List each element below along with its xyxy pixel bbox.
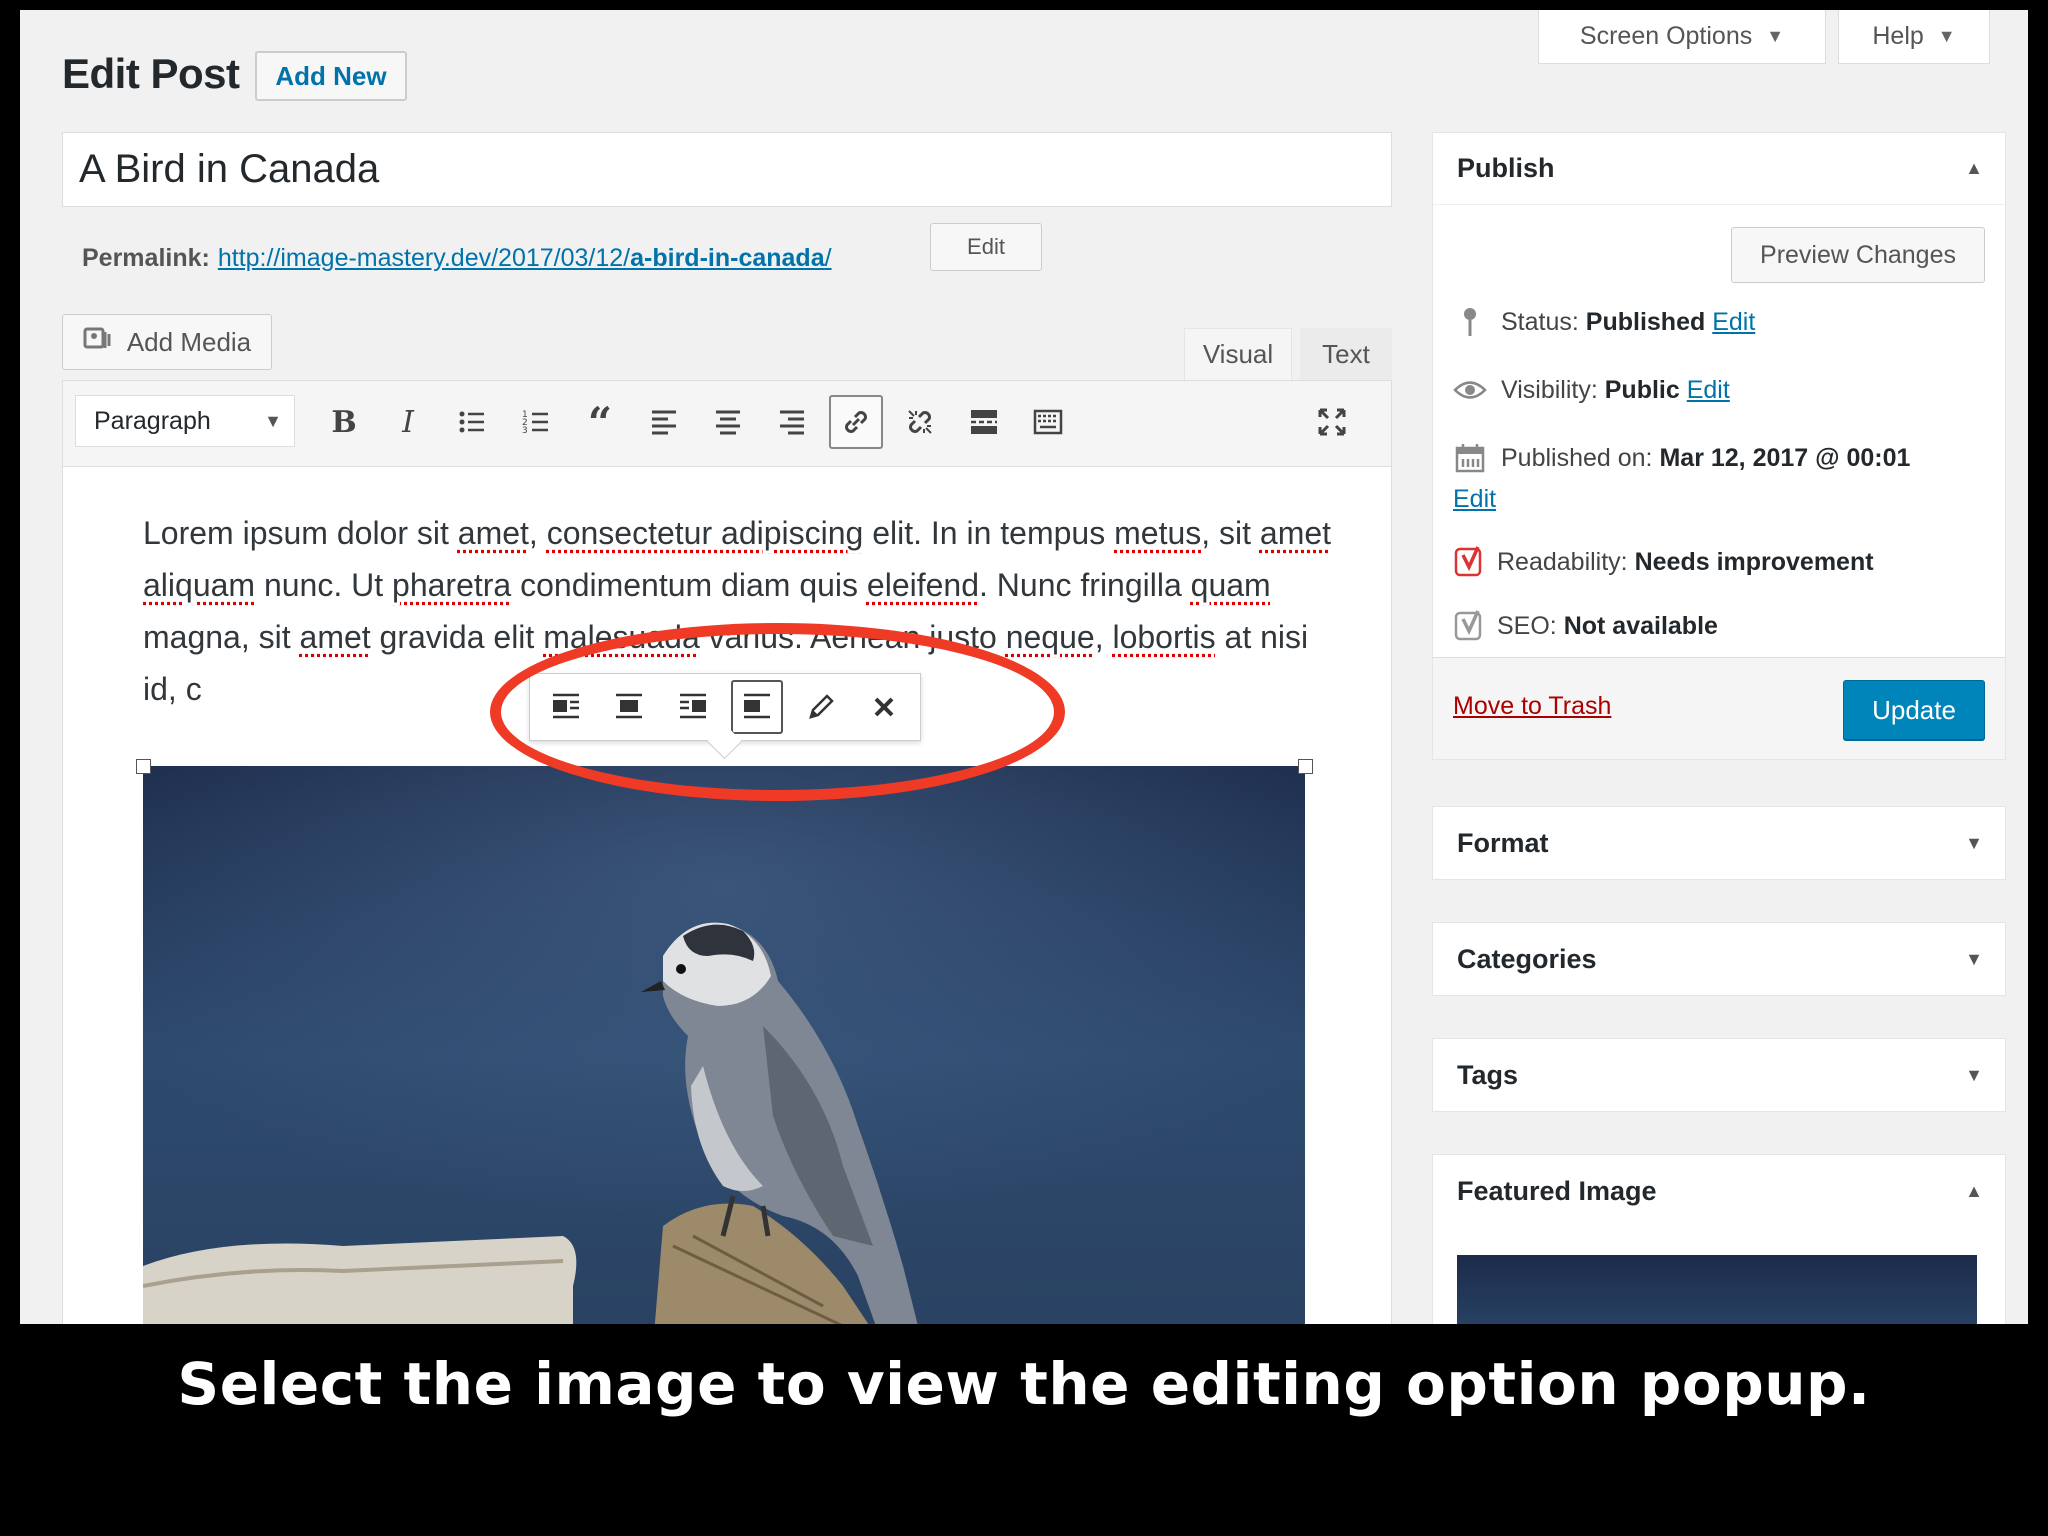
screen-options-button[interactable]: Screen Options ▼	[1538, 10, 1826, 64]
visibility-edit-link[interactable]: Edit	[1687, 376, 1730, 404]
media-icon	[83, 324, 117, 361]
featured-image-thumbnail[interactable]	[1457, 1255, 1977, 1324]
read-more-icon[interactable]	[957, 395, 1011, 449]
update-button[interactable]: Update	[1843, 680, 1985, 740]
highlight-annotation-circle	[490, 623, 1065, 801]
categories-box-title: Categories	[1457, 943, 1597, 974]
calendar-icon	[1453, 441, 1487, 475]
help-label: Help	[1872, 22, 1924, 50]
selected-image[interactable]	[143, 766, 1305, 1324]
yoast-seo-icon	[1453, 609, 1487, 643]
caret-up-icon: ▲	[1965, 1180, 1983, 1201]
wp-admin-screen: Screen Options ▼ Help ▼ Edit Post Add Ne…	[20, 10, 2028, 1324]
caret-up-icon: ▲	[1965, 158, 1983, 178]
align-left-icon[interactable]	[637, 395, 691, 449]
status-row: Status: Published Edit	[1453, 305, 1755, 339]
caret-down-icon: ▼	[1965, 1064, 1983, 1085]
caret-down-icon: ▼	[1766, 26, 1785, 46]
seo-row: SEO: Not available	[1453, 609, 1718, 643]
tags-box-title: Tags	[1457, 1059, 1519, 1090]
add-media-button[interactable]: Add Media	[62, 314, 272, 370]
tags-box: Tags ▼	[1432, 1038, 2006, 1112]
align-right-icon[interactable]	[765, 395, 819, 449]
published-on-row: Published on: Mar 12, 2017 @ 00:01	[1453, 441, 1910, 475]
bird-photo	[143, 766, 1305, 1324]
publish-box: Publish ▲ Preview Changes Status: Publis…	[1432, 132, 2006, 760]
permalink-edit-button[interactable]: Edit	[930, 223, 1042, 271]
post-editor[interactable]: Paragraph ▼ B I 123 “ Lorem ipsum dolor …	[62, 380, 1392, 1324]
bulleted-list-icon[interactable]	[445, 395, 499, 449]
move-to-trash-link[interactable]: Move to Trash	[1453, 692, 1611, 721]
editor-toolbar: Paragraph ▼ B I 123 “	[63, 381, 1391, 467]
yoast-readability-icon	[1453, 545, 1487, 579]
italic-icon[interactable]: I	[381, 395, 435, 449]
permalink-link[interactable]: http://image-mastery.dev/2017/03/12/a-bi…	[218, 244, 832, 273]
tab-visual[interactable]: Visual	[1184, 328, 1292, 380]
visibility-row: Visibility: Public Edit	[1453, 373, 1730, 407]
page-title: Edit Post	[62, 50, 240, 97]
publish-box-title: Publish	[1457, 153, 1555, 183]
add-new-button[interactable]: Add New	[255, 51, 407, 101]
fullscreen-icon[interactable]	[1305, 395, 1359, 449]
publish-box-header[interactable]: Publish ▲	[1433, 133, 2005, 205]
caret-down-icon: ▼	[1965, 832, 1983, 853]
format-select[interactable]: Paragraph ▼	[75, 395, 295, 447]
caret-down-icon: ▼	[1937, 26, 1956, 46]
categories-box: Categories ▼	[1432, 922, 2006, 996]
numbered-list-icon[interactable]: 123	[509, 395, 563, 449]
svg-text:3: 3	[522, 426, 528, 436]
tutorial-caption: Select the image to view the editing opt…	[177, 1350, 1871, 1418]
resize-handle-top-left[interactable]	[136, 759, 151, 774]
readability-row: Readability: Needs improvement	[1453, 545, 1874, 579]
permalink: Permalink: http://image-mastery.dev/2017…	[82, 244, 832, 273]
help-button[interactable]: Help ▼	[1838, 10, 1990, 64]
add-media-label: Add Media	[126, 326, 252, 357]
status-edit-link[interactable]: Edit	[1712, 308, 1755, 336]
insert-link-icon[interactable]	[829, 395, 883, 449]
resize-handle-top-right[interactable]	[1298, 759, 1313, 774]
remove-link-icon[interactable]	[893, 395, 947, 449]
format-box-header[interactable]: Format ▼	[1433, 807, 2005, 879]
publish-actions: Move to Trash Update	[1433, 657, 2005, 759]
screen-options-label: Screen Options	[1579, 22, 1753, 50]
tab-text[interactable]: Text	[1300, 328, 1392, 380]
permalink-label: Permalink:	[82, 244, 210, 272]
featured-image-box: Featured Image ▲	[1432, 1154, 2006, 1324]
bold-icon[interactable]: B	[317, 395, 371, 449]
align-center-icon[interactable]	[701, 395, 755, 449]
pin-icon	[1453, 305, 1487, 339]
featured-image-box-title: Featured Image	[1457, 1175, 1657, 1206]
published-on-edit-link[interactable]: Edit	[1453, 485, 1496, 514]
caret-down-icon: ▼	[264, 410, 282, 431]
featured-image-box-header[interactable]: Featured Image ▲	[1433, 1155, 2005, 1227]
tags-box-header[interactable]: Tags ▼	[1433, 1039, 2005, 1111]
post-title-input[interactable]: A Bird in Canada	[62, 132, 1392, 207]
format-select-value: Paragraph	[94, 406, 211, 435]
caret-down-icon: ▼	[1965, 948, 1983, 969]
format-box: Format ▼	[1432, 806, 2006, 880]
format-box-title: Format	[1457, 827, 1549, 858]
preview-changes-button[interactable]: Preview Changes	[1731, 227, 1985, 283]
eye-icon	[1453, 373, 1487, 407]
blockquote-icon[interactable]: “	[573, 395, 627, 449]
categories-box-header[interactable]: Categories ▼	[1433, 923, 2005, 995]
toolbar-toggle-icon[interactable]	[1021, 395, 1075, 449]
